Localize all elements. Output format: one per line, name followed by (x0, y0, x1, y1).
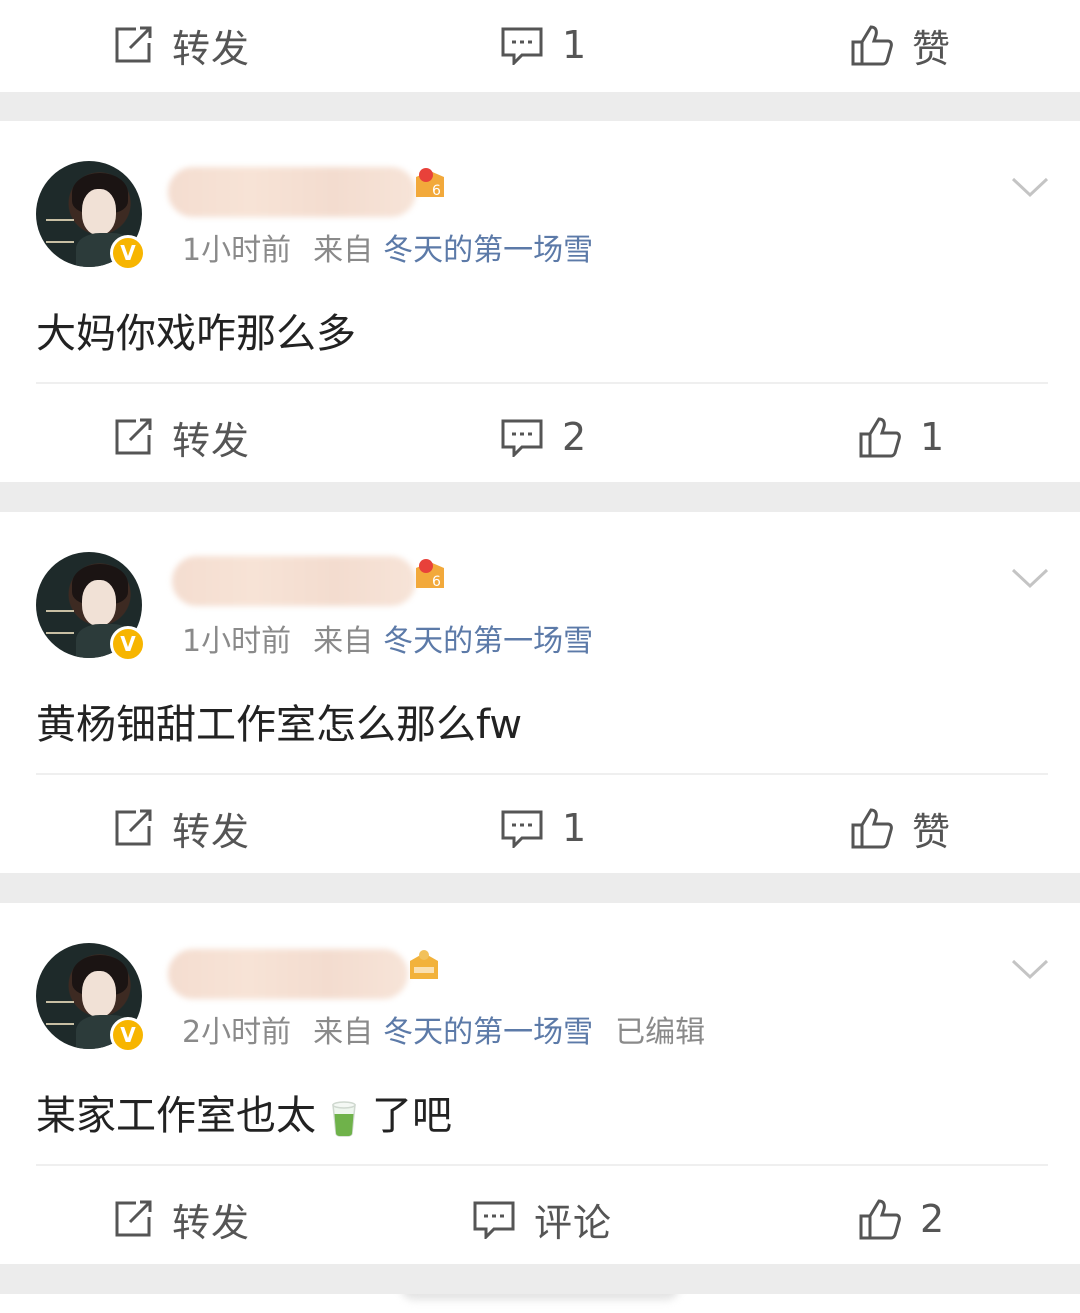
level-badge-icon (410, 950, 438, 979)
level-badge-icon: 6 (416, 559, 444, 590)
like-count: 1 (920, 415, 946, 459)
content-text-before: 某家工作室也太 (36, 1093, 316, 1139)
thumbs-up-icon (850, 23, 894, 67)
post-card: V 6 1小时前 来自 冬天的第一场雪 大妈你戏咋那么多 转发 2 1 (0, 121, 1080, 482)
comment-icon (472, 1199, 516, 1239)
post-from: 来自 (313, 624, 374, 659)
repost-button[interactable]: 转发 (112, 783, 250, 873)
tea-emoji (328, 1099, 360, 1137)
action-bar: 转发 2 1 (0, 392, 1080, 482)
comment-count: 1 (562, 806, 588, 850)
post-card: V 2小时前 来自 冬天的第一场雪 已编辑 某家工作室也太 了吧 转发 评论 2 (0, 903, 1080, 1264)
comment-count: 2 (562, 415, 588, 459)
action-bar: 转发 评论 2 (0, 1174, 1080, 1264)
username-blurred[interactable] (172, 556, 416, 606)
repost-icon (112, 807, 154, 849)
post-content: 黄杨钿甜工作室怎么那么fw (36, 702, 523, 748)
watermark-blurred (400, 1294, 680, 1300)
thumbs-up-icon (858, 415, 902, 459)
level-badge-icon: 6 (416, 168, 444, 199)
verified-badge-icon: V (110, 626, 146, 662)
verified-badge-icon: V (110, 235, 146, 271)
comment-button[interactable]: 评论 (472, 1174, 612, 1264)
chevron-down-icon[interactable] (1010, 175, 1050, 199)
chevron-down-icon[interactable] (1010, 566, 1050, 590)
repost-label: 转发 (172, 418, 251, 463)
divider (36, 382, 1048, 384)
comment-icon (500, 25, 544, 65)
post-content: 大妈你戏咋那么多 (36, 311, 356, 357)
like-button[interactable]: 1 (858, 392, 945, 482)
post-source-link[interactable]: 冬天的第一场雪 (383, 1015, 593, 1050)
bottom-card-partial (0, 1294, 1080, 1313)
divider (36, 1164, 1048, 1166)
post-card: V 6 1小时前 来自 冬天的第一场雪 黄杨钿甜工作室怎么那么fw 转发 1 赞 (0, 512, 1080, 873)
divider (36, 773, 1048, 775)
post-meta: 1小时前 来自 冬天的第一场雪 (182, 616, 593, 660)
repost-label: 转发 (172, 809, 251, 854)
repost-icon (112, 416, 154, 458)
chevron-down-icon[interactable] (1010, 957, 1050, 981)
like-button[interactable]: 赞 (850, 783, 951, 873)
comment-label: 评论 (534, 1200, 613, 1245)
edited-label[interactable]: 已编辑 (615, 1015, 705, 1050)
like-count: 2 (920, 1197, 946, 1241)
repost-button[interactable]: 转发 (112, 0, 250, 90)
comment-icon (500, 417, 544, 457)
post-time: 1小时前 (182, 624, 292, 659)
action-bar: 转发 1 赞 (0, 0, 1080, 90)
post-source-link[interactable]: 冬天的第一场雪 (383, 233, 593, 268)
username-blurred[interactable] (168, 167, 416, 217)
repost-label: 转发 (172, 26, 251, 71)
svg-text:6: 6 (432, 574, 441, 590)
comment-button[interactable]: 1 (500, 0, 587, 90)
comment-button[interactable]: 1 (500, 783, 587, 873)
comment-icon (500, 808, 544, 848)
repost-label: 转发 (172, 1200, 251, 1245)
username-blurred[interactable] (168, 949, 408, 999)
post-meta: 2小时前 来自 冬天的第一场雪 已编辑 (182, 1007, 705, 1051)
post-from: 来自 (313, 233, 374, 268)
content-text-after: 了吧 (372, 1093, 452, 1139)
thumbs-up-icon (858, 1197, 902, 1241)
like-button[interactable]: 2 (858, 1174, 945, 1264)
post-source-link[interactable]: 冬天的第一场雪 (383, 624, 593, 659)
svg-text:6: 6 (432, 183, 441, 199)
repost-icon (112, 1198, 154, 1240)
like-button[interactable]: 赞 (850, 0, 951, 90)
repost-icon (112, 24, 154, 66)
repost-button[interactable]: 转发 (112, 1174, 250, 1264)
comment-button[interactable]: 2 (500, 392, 587, 482)
thumbs-up-icon (850, 806, 894, 850)
like-label: 赞 (912, 26, 952, 71)
post-time: 1小时前 (182, 233, 292, 268)
post-time: 2小时前 (182, 1015, 292, 1050)
action-bar: 转发 1 赞 (0, 783, 1080, 873)
post-from: 来自 (313, 1015, 374, 1050)
repost-button[interactable]: 转发 (112, 392, 250, 482)
top-card: 转发 1 赞 (0, 0, 1080, 92)
like-label: 赞 (912, 809, 952, 854)
post-meta: 1小时前 来自 冬天的第一场雪 (182, 225, 593, 269)
verified-badge-icon: V (110, 1017, 146, 1053)
post-content: 某家工作室也太 了吧 (36, 1083, 452, 1141)
comment-count: 1 (562, 23, 588, 67)
